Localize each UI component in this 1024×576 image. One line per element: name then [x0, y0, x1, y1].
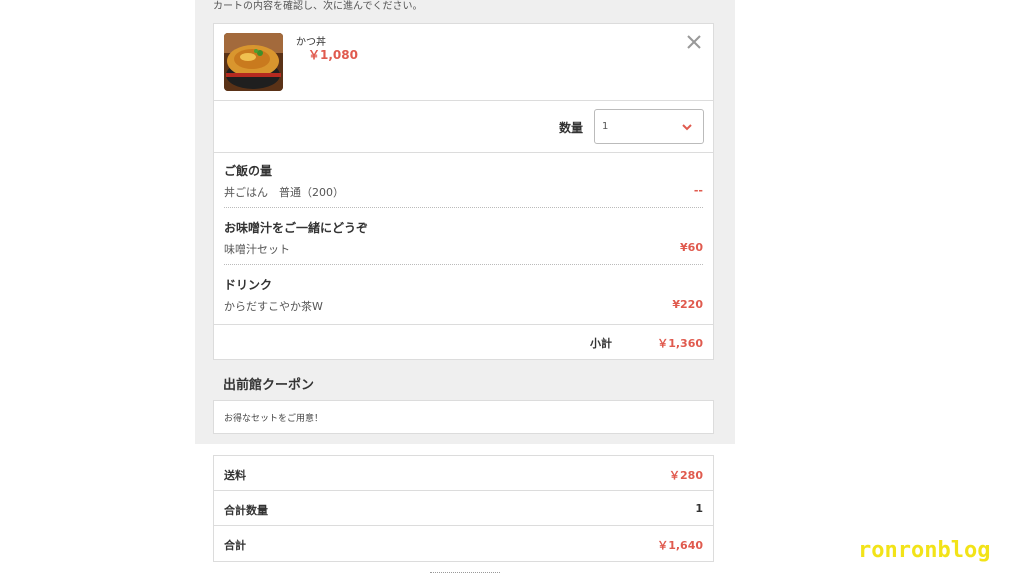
quantity-label: 数量 — [559, 121, 584, 135]
summary-label: 合計数量 — [224, 504, 268, 517]
subtotal-row: 小計 ￥1,360 — [214, 324, 713, 359]
coupon-heading: 出前館クーポン — [223, 378, 315, 393]
option-divider — [224, 207, 703, 208]
summary-label: 合計 — [224, 539, 246, 552]
summary-row-total-quantity: 合計数量 1 — [214, 491, 713, 526]
option-title: お味噌汁をご一緒にどうぞ — [224, 221, 369, 235]
cart-item-row: かつ丼 ￥1,080 — [214, 24, 713, 101]
option-title: ご飯の量 — [224, 164, 273, 178]
summary-row-total: 合計 ￥1,640 — [214, 526, 713, 561]
quantity-row: 数量 1 — [214, 101, 713, 153]
summary-label: 送料 — [224, 469, 246, 482]
subtotal-value: ￥1,360 — [657, 337, 703, 350]
chevron-down-icon — [682, 124, 692, 131]
item-price: ￥1,080 — [308, 48, 358, 62]
summary-value: 1 — [695, 502, 703, 515]
watermark: ronronblog — [858, 538, 991, 563]
subtotal-label: 小計 — [590, 337, 612, 350]
option-value: 丼ごはん 普通（200） — [224, 186, 344, 199]
cart-item-card: かつ丼 ￥1,080 数量 1 ご飯の量 丼ごはん 普通（200） -- お味噌… — [213, 23, 714, 360]
option-price: ¥220 — [672, 298, 703, 311]
quantity-value: 1 — [602, 121, 609, 132]
remove-item-button[interactable] — [684, 32, 704, 52]
summary-value: ￥1,640 — [657, 539, 703, 552]
coupon-banner[interactable]: お得なセットをご用意！ — [213, 400, 714, 434]
order-summary: 送料 ￥280 合計数量 1 合計 ￥1,640 — [213, 455, 714, 562]
close-icon — [687, 35, 701, 49]
summary-row-delivery-fee: 送料 ￥280 — [214, 456, 713, 491]
option-price: ¥60 — [680, 241, 703, 254]
quantity-select[interactable]: 1 — [594, 109, 704, 144]
cart-instruction: カートの内容を確認し、次に進んでください。 — [213, 1, 423, 12]
option-value: 味噌汁セット — [224, 243, 290, 256]
option-divider — [224, 264, 703, 265]
option-value: からだすこやか茶W — [224, 300, 323, 313]
option-title: ドリンク — [224, 278, 273, 292]
option-price: -- — [693, 184, 703, 197]
cutoff-text — [430, 568, 510, 576]
summary-value: ￥280 — [669, 469, 703, 482]
coupon-text: お得なセットをご用意！ — [224, 414, 324, 424]
katsudon-photo — [224, 33, 283, 91]
